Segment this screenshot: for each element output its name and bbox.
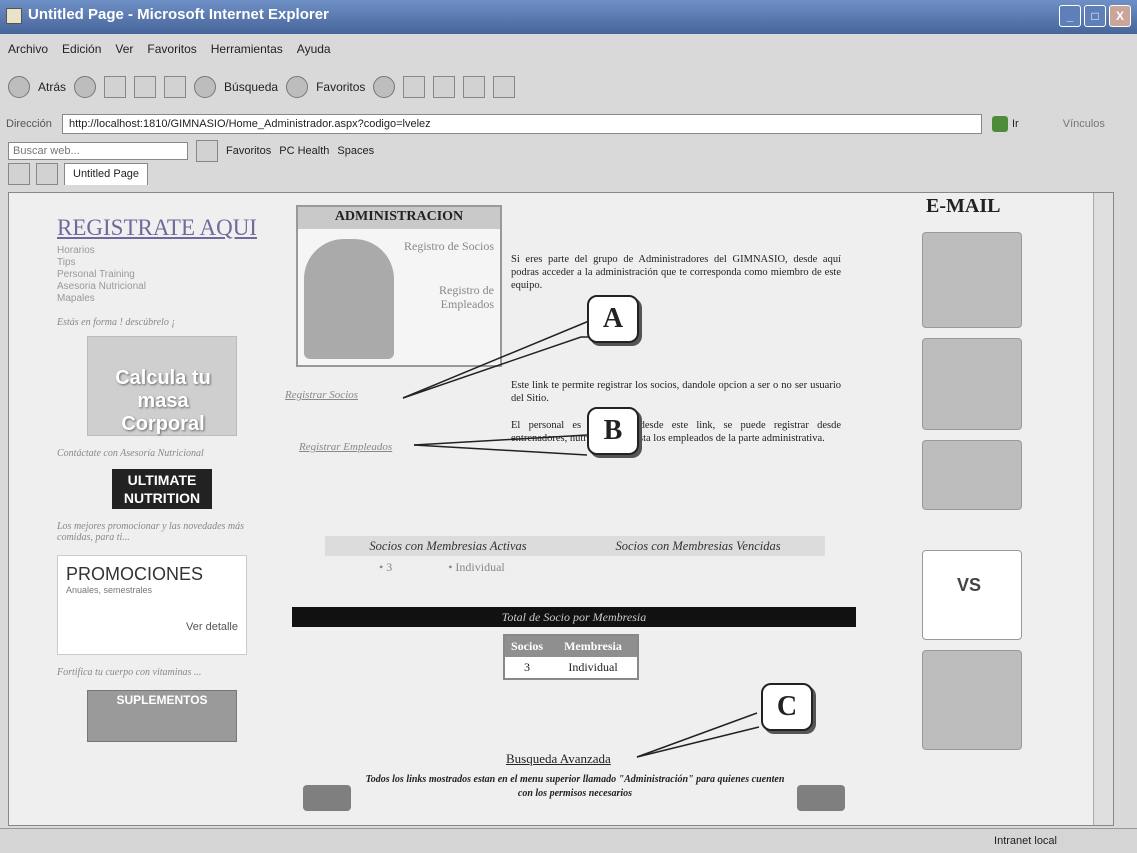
grapes-image xyxy=(922,232,1022,328)
favorites-button[interactable]: Favoritos xyxy=(316,80,365,94)
right-arrow-icon[interactable] xyxy=(797,785,845,811)
search-toolbar: Buscar web... Favoritos PC Health Spaces xyxy=(8,140,374,162)
active-type: • Individual xyxy=(448,560,505,574)
membership-values: • 3 • Individual xyxy=(379,560,505,575)
menu-archivo[interactable]: Archivo xyxy=(8,42,48,56)
history-icon[interactable] xyxy=(373,76,396,98)
search-go-icon[interactable] xyxy=(196,140,218,162)
go-arrow-icon xyxy=(992,116,1008,132)
close-button[interactable]: X xyxy=(1109,5,1131,27)
left-arrow-icon[interactable] xyxy=(303,785,351,811)
pointer-c2 xyxy=(636,726,760,758)
print-icon[interactable] xyxy=(433,76,456,98)
window-titlebar: Untitled Page - Microsoft Internet Explo… xyxy=(0,0,1137,34)
menu-ayuda[interactable]: Ayuda xyxy=(297,42,331,56)
star-icon[interactable] xyxy=(286,76,309,98)
callout-c: C xyxy=(761,683,813,731)
vs-label: VS xyxy=(957,575,982,595)
security-zone: Intranet local xyxy=(994,835,1057,847)
go-label: Ir xyxy=(1012,118,1019,130)
tab-untitled-page[interactable]: Untitled Page xyxy=(64,163,149,185)
ie-page-icon xyxy=(6,8,22,24)
search-button[interactable]: Búsqueda xyxy=(224,80,278,94)
cell-socios: 3 xyxy=(524,660,530,674)
membership-table: Socios Membresia 3 Individual xyxy=(503,634,639,680)
active-memberships-link[interactable]: Socios con Membresias Activas xyxy=(369,539,526,554)
cell-membresia: Individual xyxy=(568,660,618,674)
mail-icon[interactable] xyxy=(403,76,426,98)
menu-bar: Archivo Edición Ver Favoritos Herramient… xyxy=(8,42,331,56)
creatine-image xyxy=(922,338,1022,430)
quick-tabs-icon[interactable] xyxy=(36,163,58,185)
address-bar: Dirección http://localhost:1810/GIMNASIO… xyxy=(0,112,1137,136)
back-arrow-icon[interactable] xyxy=(8,76,30,98)
header-membresia: Membresia xyxy=(564,639,622,653)
refresh-icon[interactable] xyxy=(134,76,157,98)
back-button[interactable]: Atrás xyxy=(38,80,66,94)
header-socios: Socios xyxy=(510,639,543,653)
vertical-scrollbar[interactable] xyxy=(1093,193,1113,825)
right-sidebar: E-MAIL VS xyxy=(914,193,1034,825)
menu-ver[interactable]: Ver xyxy=(115,42,133,56)
links-label[interactable]: Vínculos xyxy=(1063,118,1105,130)
pointer-a2 xyxy=(402,320,590,399)
callout-b: B xyxy=(587,407,639,455)
active-count: • 3 xyxy=(379,560,393,574)
advanced-search-link[interactable]: Busqueda Avanzada xyxy=(506,751,611,767)
admin-menu-note: Todos los links mostrados estan en el me… xyxy=(365,774,785,799)
total-membership-bar: Total de Socio por Membresia xyxy=(292,607,856,627)
table-header: Socios Membresia xyxy=(505,636,637,657)
menu-favoritos[interactable]: Favoritos xyxy=(147,42,196,56)
address-input[interactable]: http://localhost:1810/GIMNASIO/Home_Admi… xyxy=(62,114,982,134)
menu-herramientas[interactable]: Herramientas xyxy=(211,42,283,56)
window-title: Untitled Page - Microsoft Internet Explo… xyxy=(28,6,329,23)
minimize-button[interactable]: _ xyxy=(1059,5,1081,27)
go-button[interactable]: Ir xyxy=(992,116,1019,132)
tab-strip: Untitled Page xyxy=(8,163,149,185)
messenger-icon[interactable] xyxy=(493,76,516,98)
pointer-b xyxy=(413,434,588,446)
home-icon[interactable] xyxy=(164,76,187,98)
membership-header-row: Socios con Membresias Activas Socios con… xyxy=(325,536,825,556)
edit-icon[interactable] xyxy=(463,76,486,98)
table-row: 3 Individual xyxy=(505,657,637,678)
standard-toolbar: Atrás Búsqueda Favoritos xyxy=(8,76,516,98)
searchbar-favoritos[interactable]: Favoritos xyxy=(226,145,271,157)
searchbar-spaces[interactable]: Spaces xyxy=(337,145,374,157)
pointer-a xyxy=(402,336,593,399)
pointer-b2 xyxy=(413,444,588,456)
pointer-c xyxy=(636,712,758,758)
versus-image: VS xyxy=(922,550,1022,640)
window-controls: _ □ X xyxy=(1059,5,1131,27)
menu-edicion[interactable]: Edición xyxy=(62,42,101,56)
expired-memberships-link[interactable]: Socios con Membresias Vencidas xyxy=(615,539,780,554)
search-icon[interactable] xyxy=(194,76,217,98)
tab-list-icon[interactable] xyxy=(8,163,30,185)
stop-icon[interactable] xyxy=(104,76,127,98)
shoe-image xyxy=(922,650,1022,750)
searchbar-pchealth[interactable]: PC Health xyxy=(279,145,329,157)
maximize-button[interactable]: □ xyxy=(1084,5,1106,27)
food-image xyxy=(922,440,1022,510)
status-bar: Intranet local xyxy=(0,828,1137,853)
address-label: Dirección xyxy=(6,118,52,130)
forward-arrow-icon[interactable] xyxy=(74,76,97,98)
callout-a: A xyxy=(587,295,639,343)
web-search-input[interactable]: Buscar web... xyxy=(8,142,188,160)
page-viewport: REGISTRATE AQUI Horarios Tips Personal T… xyxy=(8,192,1114,826)
email-link[interactable]: E-MAIL xyxy=(926,195,1034,218)
